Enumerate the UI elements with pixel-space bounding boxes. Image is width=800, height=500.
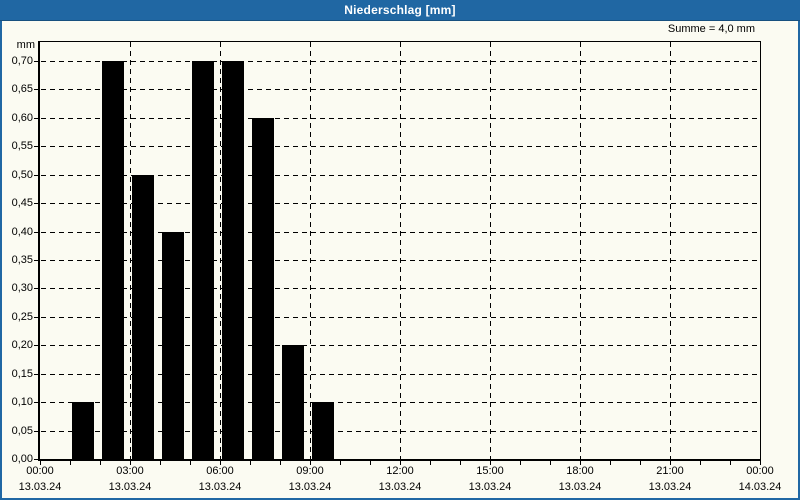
y-axis-tick bbox=[34, 203, 38, 204]
y-axis-tick bbox=[34, 345, 38, 346]
x-tick-date-label: 13.03.24 bbox=[468, 481, 512, 493]
precipitation-bar bbox=[222, 61, 244, 459]
precipitation-bar bbox=[72, 402, 94, 459]
y-axis-line bbox=[38, 41, 40, 461]
x-axis-tick bbox=[340, 461, 341, 465]
window-title: Niederschlag [mm] bbox=[344, 3, 456, 17]
y-tick-label: 0,45 bbox=[11, 197, 33, 209]
x-tick-time-label: 12:00 bbox=[386, 465, 414, 477]
y-tick-label: 0,15 bbox=[11, 368, 33, 380]
y-tick-label: 0,20 bbox=[11, 339, 33, 351]
gridline-vertical bbox=[310, 42, 311, 459]
y-tick-label: 0,10 bbox=[11, 396, 33, 408]
y-tick-label: 0,00 bbox=[11, 453, 33, 465]
y-tick-label: 0,60 bbox=[11, 112, 33, 124]
plot-right-border bbox=[760, 41, 761, 459]
chart-window: Niederschlag [mm] Summe = 4,0 mm mm 0,00… bbox=[0, 0, 800, 500]
y-tick-label: 0,35 bbox=[11, 254, 33, 266]
x-tick-date-label: 13.03.24 bbox=[288, 481, 332, 493]
y-axis-tick bbox=[34, 459, 38, 460]
x-tick-date-label: 13.03.24 bbox=[18, 481, 62, 493]
precipitation-bar bbox=[252, 118, 274, 459]
y-tick-label: 0,50 bbox=[11, 169, 33, 181]
y-axis-tick bbox=[34, 89, 38, 90]
y-tick-label: 0,25 bbox=[11, 311, 33, 323]
x-tick-date-label: 13.03.24 bbox=[648, 481, 692, 493]
x-tick-date-label: 14.03.24 bbox=[738, 481, 782, 493]
gridline-vertical bbox=[130, 42, 131, 459]
x-axis-tick bbox=[700, 461, 701, 465]
x-tick-time-label: 09:00 bbox=[296, 465, 324, 477]
precipitation-bar bbox=[132, 175, 154, 459]
x-tick-time-label: 00:00 bbox=[26, 465, 54, 477]
gridline-vertical bbox=[670, 42, 671, 459]
y-axis-tick bbox=[34, 232, 38, 233]
precipitation-bar bbox=[192, 61, 214, 459]
y-tick-label: 0,70 bbox=[11, 55, 33, 67]
precipitation-bar bbox=[162, 232, 184, 459]
precipitation-bar bbox=[102, 61, 124, 459]
x-tick-time-label: 15:00 bbox=[476, 465, 504, 477]
y-tick-label: 0,05 bbox=[11, 425, 33, 437]
y-axis-tick bbox=[34, 288, 38, 289]
y-axis-tick bbox=[34, 260, 38, 261]
gridline-vertical bbox=[400, 42, 401, 459]
y-tick-label: 0,55 bbox=[11, 140, 33, 152]
gridline-vertical bbox=[220, 42, 221, 459]
y-axis-tick bbox=[34, 317, 38, 318]
x-tick-date-label: 13.03.24 bbox=[108, 481, 152, 493]
x-tick-time-label: 03:00 bbox=[116, 465, 144, 477]
y-tick-label: 0,40 bbox=[11, 226, 33, 238]
y-axis-tick bbox=[34, 118, 38, 119]
x-tick-date-label: 13.03.24 bbox=[198, 481, 242, 493]
y-axis-tick bbox=[34, 402, 38, 403]
x-tick-time-label: 06:00 bbox=[206, 465, 234, 477]
y-axis-tick bbox=[34, 431, 38, 432]
x-tick-time-label: 21:00 bbox=[656, 465, 684, 477]
y-axis-tick bbox=[34, 175, 38, 176]
y-tick-label: 0,30 bbox=[11, 282, 33, 294]
x-axis-tick bbox=[160, 461, 161, 465]
gridline-vertical bbox=[490, 42, 491, 459]
y-tick-label: 0,65 bbox=[11, 83, 33, 95]
gridline-vertical bbox=[580, 42, 581, 459]
sum-label: Summe = 4,0 mm bbox=[667, 23, 755, 35]
y-axis-tick bbox=[34, 146, 38, 147]
precipitation-bar bbox=[312, 402, 334, 459]
x-axis-tick bbox=[520, 461, 521, 465]
precipitation-bar bbox=[282, 345, 304, 459]
x-axis-tick bbox=[70, 461, 71, 465]
window-titlebar: Niederschlag [mm] bbox=[0, 0, 800, 21]
y-axis-unit-label: mm bbox=[16, 39, 35, 51]
x-tick-time-label: 18:00 bbox=[566, 465, 594, 477]
x-axis-tick bbox=[250, 461, 251, 465]
x-tick-time-label: 00:00 bbox=[746, 465, 774, 477]
y-axis-tick bbox=[34, 61, 38, 62]
x-axis-tick bbox=[430, 461, 431, 465]
plot-top-border bbox=[40, 41, 760, 42]
y-axis-tick bbox=[34, 374, 38, 375]
x-axis-tick bbox=[610, 461, 611, 465]
x-tick-date-label: 13.03.24 bbox=[558, 481, 602, 493]
x-tick-date-label: 13.03.24 bbox=[378, 481, 422, 493]
